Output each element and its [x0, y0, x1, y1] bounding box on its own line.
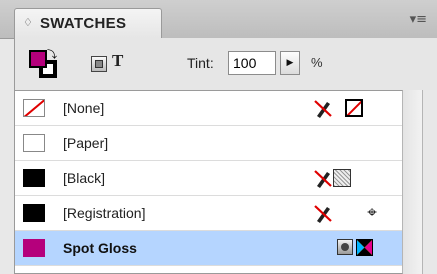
swatch-row-none[interactable]: [None] — [15, 91, 402, 126]
swatch-list: [None] [Paper] [Black] [Registration] ⌖ … — [14, 90, 403, 274]
formatting-affects-container-icon[interactable] — [91, 56, 107, 72]
swatch-name: Spot Gloss — [63, 240, 137, 256]
tint-input[interactable] — [228, 51, 276, 75]
panel-menu-icon[interactable]: ▾≡ — [410, 12, 427, 27]
tint-unit: % — [311, 55, 323, 70]
swatch-row-spot-gloss[interactable]: Spot Gloss — [15, 231, 402, 266]
swatch-row-black[interactable]: [Black] — [15, 161, 402, 196]
fill-swatch-icon[interactable] — [29, 50, 47, 68]
none-swatch-chip — [23, 99, 45, 117]
swap-fill-stroke-icon[interactable]: ⤵ — [47, 46, 57, 61]
cannot-edit-icon — [314, 205, 332, 223]
swatch-row-paper[interactable]: [Paper] — [15, 126, 402, 161]
registration-swatch-chip — [23, 204, 45, 222]
cannot-edit-icon — [314, 170, 332, 188]
paper-swatch-chip — [23, 134, 45, 152]
tint-label: Tint: — [187, 55, 214, 71]
black-swatch-chip — [23, 169, 45, 187]
process-color-icon — [333, 169, 351, 187]
registration-icon: ⌖ — [367, 203, 377, 223]
swatch-controls: ⤵ T Tint: ▶ % — [14, 38, 437, 90]
fill-stroke-widget[interactable]: ⤵ — [29, 50, 59, 80]
spot-color-icon — [337, 239, 353, 255]
panel-title: SWATCHES — [40, 15, 127, 32]
spot-gloss-swatch-chip — [23, 239, 45, 257]
tab-swatches[interactable]: ♢ SWATCHES — [14, 8, 162, 38]
none-icon — [345, 99, 363, 117]
list-scrollbar[interactable] — [403, 90, 423, 274]
swatch-name: [None] — [63, 100, 105, 116]
cannot-edit-icon — [314, 100, 332, 118]
panel-tab-strip: ♢ SWATCHES ▾≡ — [0, 0, 437, 39]
swatch-name: [Black] — [63, 170, 106, 186]
swatch-name: [Registration] — [63, 205, 146, 221]
formatting-affects-text-icon[interactable]: T — [112, 51, 123, 71]
cmyk-mode-icon — [356, 239, 373, 256]
swatch-name: [Paper] — [63, 135, 109, 151]
swatch-row-registration[interactable]: [Registration] ⌖ — [15, 196, 402, 231]
collapse-arrows-icon[interactable]: ♢ — [23, 16, 33, 30]
tint-slider-button[interactable]: ▶ — [280, 51, 300, 75]
